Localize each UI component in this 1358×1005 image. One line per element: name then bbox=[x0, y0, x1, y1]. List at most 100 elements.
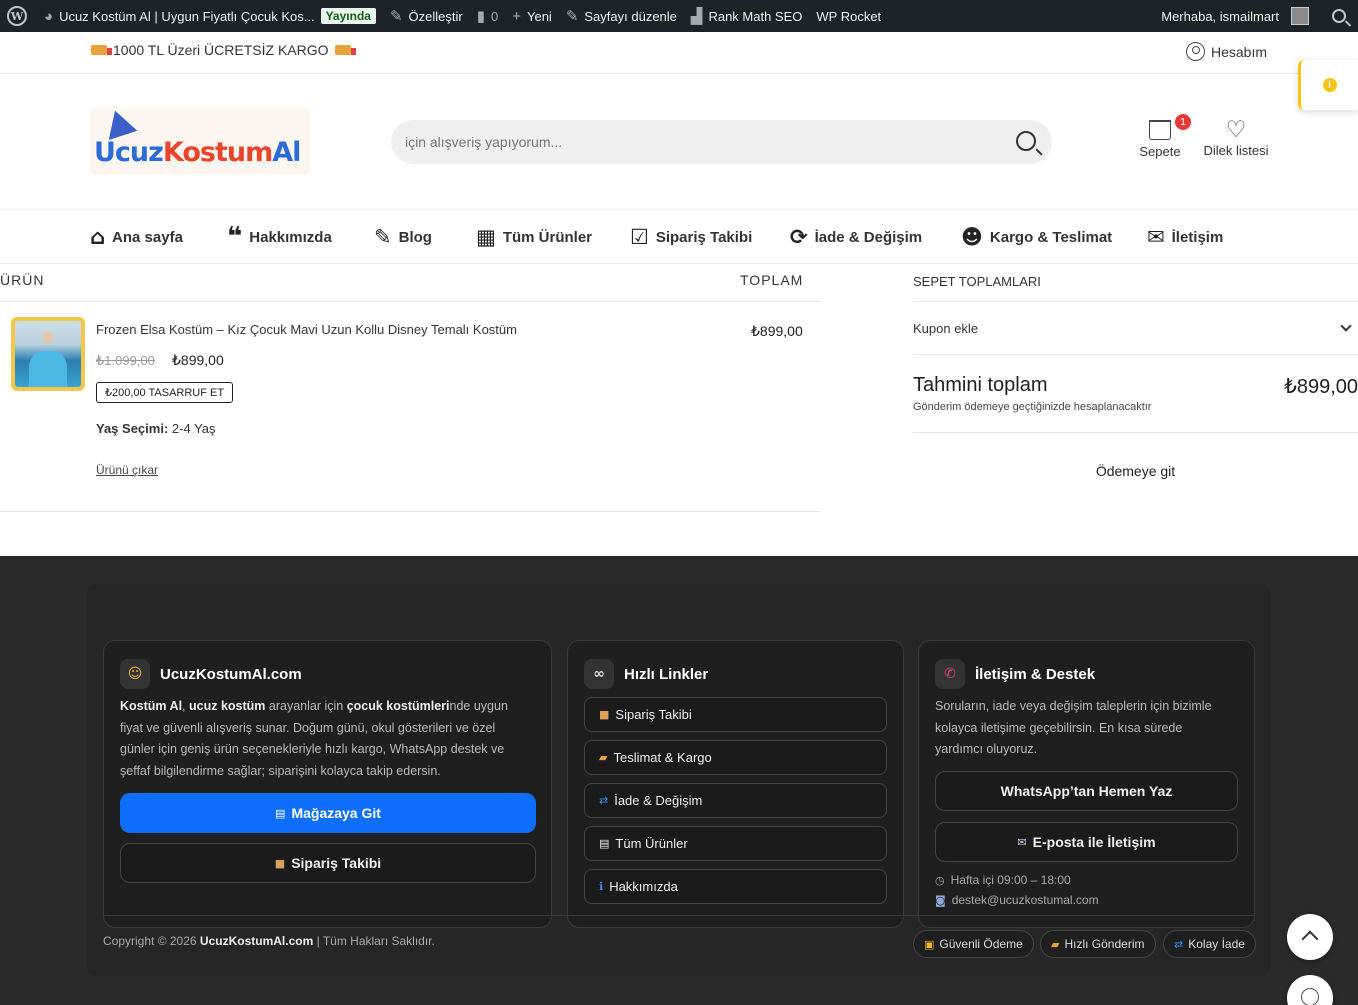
nav-item-all-products[interactable]: ▦ Tüm Ürünler bbox=[476, 223, 592, 251]
customize-link[interactable]: ✎ Özelleştir bbox=[383, 0, 470, 32]
whatsapp-button[interactable]: WhatsApp’tan Hemen Yaz bbox=[935, 771, 1238, 811]
clock-icon: ◷ bbox=[935, 873, 945, 887]
nav-item-contact[interactable]: ✉ İletişim bbox=[1147, 223, 1223, 251]
quick-link-order-tracking[interactable]: ■ Sipariş Takibi bbox=[584, 697, 887, 732]
wordpress-logo-button[interactable]: W bbox=[0, 0, 37, 32]
link-icon: ∞ bbox=[584, 659, 614, 689]
checkout-button[interactable]: Ödemeye git bbox=[913, 463, 1358, 479]
support-email[interactable]: ◙ destek@ucuzkostumal.com bbox=[935, 893, 1099, 907]
heart-icon: ♡ bbox=[1225, 117, 1247, 143]
home-icon: ⌂ bbox=[90, 224, 106, 249]
nav-label: İade & Değişim bbox=[814, 228, 923, 246]
contact-description: Soruların, iade veya değişim taleplerin … bbox=[935, 696, 1212, 761]
coupon-toggle[interactable]: Kupon ekle bbox=[913, 302, 1358, 355]
pencil-icon: ✎ bbox=[565, 7, 579, 25]
shopping-bag-icon: 1 bbox=[1148, 114, 1191, 140]
brush-icon: ✎ bbox=[389, 7, 403, 25]
account-label: Hesabım bbox=[1211, 43, 1268, 60]
search-icon[interactable] bbox=[1332, 9, 1346, 23]
wordpress-icon: W bbox=[7, 6, 27, 26]
go-to-store-label: Mağazaya Git bbox=[291, 805, 381, 821]
chip-label: Kolay İade bbox=[1188, 937, 1245, 951]
cart-totals-title: SEPET TOPLAMLARI bbox=[913, 264, 1358, 302]
cart-totals: SEPET TOPLAMLARI Kupon ekle Tahmini topl… bbox=[913, 264, 1358, 479]
bold-text: ucuz kostüm bbox=[189, 699, 266, 713]
store-icon: ▤ bbox=[275, 806, 286, 820]
easy-return-chip: ⇄ Kolay İade bbox=[1163, 930, 1256, 958]
truck-icon: ▰ bbox=[599, 751, 608, 764]
links-title: Hızlı Linkler bbox=[624, 665, 709, 683]
nav-item-blog[interactable]: ✎ Blog bbox=[374, 223, 432, 251]
site-footer: ☺ UcuzKostumAl.com Kostüm Al, ucuz kostü… bbox=[0, 556, 1358, 1005]
site-title: Ucuz Kostüm Al | Uygun Fiyatlı Çocuk Kos… bbox=[59, 8, 315, 24]
search-input[interactable] bbox=[405, 120, 985, 164]
product-thumbnail[interactable] bbox=[11, 317, 85, 391]
dashboard-icon: ◕ bbox=[44, 7, 54, 25]
shipping-note: Gönderim ödemeye geçtiğinizde hesaplanac… bbox=[913, 401, 1152, 413]
wp-rocket-link[interactable]: WP Rocket bbox=[809, 0, 888, 32]
nav-item-returns[interactable]: ⟳ İade & Değişim bbox=[790, 223, 922, 251]
email-contact-button[interactable]: ✉ E-posta ile İletişim bbox=[935, 822, 1238, 862]
remove-item-link[interactable]: Ürünü çıkar bbox=[96, 463, 158, 477]
text: | Tüm Hakları Saklıdır. bbox=[313, 934, 435, 948]
search-icon[interactable] bbox=[1016, 131, 1036, 151]
about-description: Kostüm Al, ucuz kostüm arayanlar için ço… bbox=[120, 696, 508, 782]
about-title: UcuzKostumAl.com bbox=[160, 665, 302, 683]
fast-shipping-chip: ▰ Hızlı Gönderim bbox=[1040, 930, 1156, 958]
text: Soruların, iade veya değişim taleplerin … bbox=[935, 699, 1212, 713]
new-content-link[interactable]: + Yeni bbox=[505, 0, 559, 32]
package-icon: ■ bbox=[274, 856, 286, 870]
site-logo[interactable]: UcuzKostumAl bbox=[90, 106, 310, 174]
search-bar bbox=[391, 120, 1052, 164]
account-link[interactable]: Hesabım bbox=[1186, 42, 1267, 61]
quick-link-label: Teslimat & Kargo bbox=[613, 750, 712, 765]
order-tracking-button[interactable]: ■ Sipariş Takibi bbox=[120, 843, 536, 883]
edit-page-link[interactable]: ✎ Sayfayı düzenle bbox=[559, 0, 684, 32]
column-product: ÜRÜN bbox=[0, 272, 45, 288]
quick-link-about[interactable]: ℹ Hakkımızda bbox=[584, 869, 887, 904]
coupon-label: Kupon ekle bbox=[913, 321, 979, 336]
comments-link[interactable]: ▮ 0 bbox=[470, 0, 506, 32]
text: fiyat ve güvenli alışveriş sunar. Doğum … bbox=[120, 720, 496, 735]
nav-item-shipping[interactable]: ☻ Kargo & Teslimat bbox=[961, 223, 1112, 251]
footer-contact-card: ✆ İletişim & Destek Soruların, iade veya… bbox=[918, 640, 1255, 928]
rank-math-link[interactable]: ▟ Rank Math SEO bbox=[684, 0, 809, 32]
chip-label: Güvenli Ödeme bbox=[939, 937, 1023, 951]
cart-table-header: ÜRÜN TOPLAM bbox=[0, 264, 821, 302]
wp-admin-bar: W ◕ Ucuz Kostüm Al | Uygun Fiyatlı Çocuk… bbox=[0, 0, 1358, 32]
nav-label: Blog bbox=[398, 228, 432, 246]
go-to-store-button[interactable]: ▤ Mağazaya Git bbox=[120, 793, 536, 833]
quote-icon: ❝ bbox=[227, 222, 243, 252]
product-name-link[interactable]: Frozen Elsa Kostüm – Kız Çocuk Mavi Uzun… bbox=[96, 322, 517, 337]
site-name-link[interactable]: ◕ Ucuz Kostüm Al | Uygun Fiyatlı Çocuk K… bbox=[37, 0, 383, 32]
scroll-to-top-button[interactable] bbox=[1287, 914, 1333, 960]
nav-item-home[interactable]: ⌂ Ana sayfa bbox=[90, 223, 183, 251]
nav-label: Ana sayfa bbox=[112, 228, 183, 246]
bold-text: Kostüm Al bbox=[120, 699, 183, 713]
support-email-text: destek@ucuzkostumal.com bbox=[951, 893, 1099, 907]
quick-link-returns[interactable]: ⇄ İade & Değişim bbox=[584, 783, 887, 818]
brand-name: UcuzKostumAl.com bbox=[199, 934, 314, 948]
truck-icon bbox=[91, 45, 112, 55]
nav-item-about[interactable]: ❝ Hakkımızda bbox=[227, 223, 332, 251]
secure-payment-chip: ▣ Güvenli Ödeme bbox=[913, 930, 1034, 958]
sale-price: ₺899,00 bbox=[172, 352, 224, 368]
footer-divider bbox=[103, 915, 1254, 916]
nav-item-order-tracking[interactable]: ☑ Sipariş Takibi bbox=[630, 223, 752, 251]
quick-link-label: Tüm Ürünler bbox=[615, 836, 688, 851]
wishlist-button[interactable]: ♡ Dilek listesi bbox=[1201, 117, 1271, 158]
my-account-link[interactable]: Merhaba, ismailmart bbox=[1154, 0, 1316, 32]
text: kolayca iletişime geçebilirsin. En kısa … bbox=[935, 720, 1183, 735]
cart-button[interactable]: 1 Sepete bbox=[1137, 114, 1191, 159]
new-label: Yeni bbox=[526, 8, 552, 24]
truck-icon: ▰ bbox=[1051, 937, 1060, 951]
quick-link-all-products[interactable]: ▤ Tüm Ürünler bbox=[584, 826, 887, 861]
savings-badge: ₺200,00 TASARRUF ET bbox=[96, 382, 234, 403]
quick-link-label: İade & Değişim bbox=[614, 793, 703, 808]
info-icon: ℹ bbox=[599, 880, 604, 893]
working-hours: ◷ Hafta içi 09:00 – 18:00 bbox=[935, 873, 1071, 887]
quick-link-shipping[interactable]: ▰ Teslimat & Kargo bbox=[584, 740, 887, 775]
quick-link-label: Sipariş Takibi bbox=[615, 707, 692, 722]
envelope-icon: ✉ bbox=[1147, 224, 1165, 249]
user-icon bbox=[1186, 42, 1205, 61]
